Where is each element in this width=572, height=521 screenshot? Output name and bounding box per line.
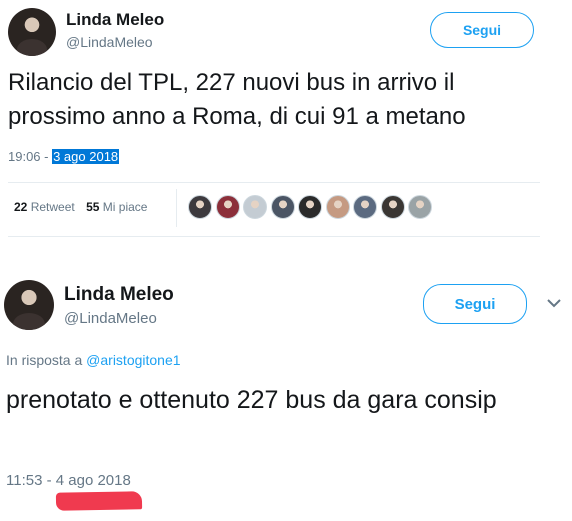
liker-avatar[interactable] <box>298 195 322 219</box>
tweet-text: prenotato e ottenuto 227 bus da gara con… <box>6 386 497 414</box>
tweet-timestamp[interactable]: 11:53 - 4 ago 2018 <box>6 472 131 489</box>
tweet-stats: 22 Retweet 55 Mi piace <box>14 200 155 214</box>
tweet-time: 11:53 - <box>6 472 56 489</box>
divider <box>8 182 540 183</box>
default-avatar[interactable] <box>243 195 267 219</box>
liker-avatar[interactable] <box>353 195 377 219</box>
chevron-down-icon[interactable] <box>545 296 563 310</box>
liker-avatar[interactable] <box>325 195 350 219</box>
liker-avatar[interactable] <box>408 195 432 219</box>
retweet-count[interactable]: 22 Retweet <box>14 200 75 214</box>
reply-prefix: In risposta a <box>6 352 87 368</box>
liker-avatar[interactable] <box>215 195 240 219</box>
author-avatar[interactable] <box>8 8 56 56</box>
tweet-1: Linda Meleo @LindaMeleo Segui Rilancio d… <box>0 0 572 248</box>
tweet-time: 19:06 - <box>8 149 53 164</box>
tweet-text: Rilancio del TPL, 227 nuovi bus in arriv… <box>8 69 466 130</box>
author-avatar[interactable] <box>4 280 54 330</box>
follow-button[interactable]: Segui <box>430 12 534 48</box>
like-count[interactable]: 55 Mi piace <box>86 200 147 214</box>
author-handle[interactable]: @LindaMeleo <box>64 310 157 327</box>
liker-avatar[interactable] <box>188 195 212 219</box>
author-name[interactable]: Linda Meleo <box>64 284 174 306</box>
reply-context: In risposta a @aristogitone1 <box>6 352 181 368</box>
tweet-timestamp[interactable]: 19:06 - 3 ago 2018 <box>8 149 120 164</box>
liker-avatars <box>188 195 436 219</box>
redaction-mark <box>55 491 143 511</box>
tweet-date[interactable]: 3 ago 2018 <box>52 149 120 164</box>
author-name[interactable]: Linda Meleo <box>66 10 164 30</box>
stats-separator <box>176 189 177 227</box>
tweet-date[interactable]: 4 ago 2018 <box>56 472 131 489</box>
follow-button[interactable]: Segui <box>423 284 527 324</box>
author-handle[interactable]: @LindaMeleo <box>66 34 153 50</box>
tweet-2: Linda Meleo @LindaMeleo Segui In rispost… <box>0 260 572 521</box>
divider <box>8 236 540 237</box>
liker-avatar[interactable] <box>380 195 405 219</box>
liker-avatar[interactable] <box>270 195 295 219</box>
reply-mention-link[interactable]: @aristogitone1 <box>86 352 180 368</box>
